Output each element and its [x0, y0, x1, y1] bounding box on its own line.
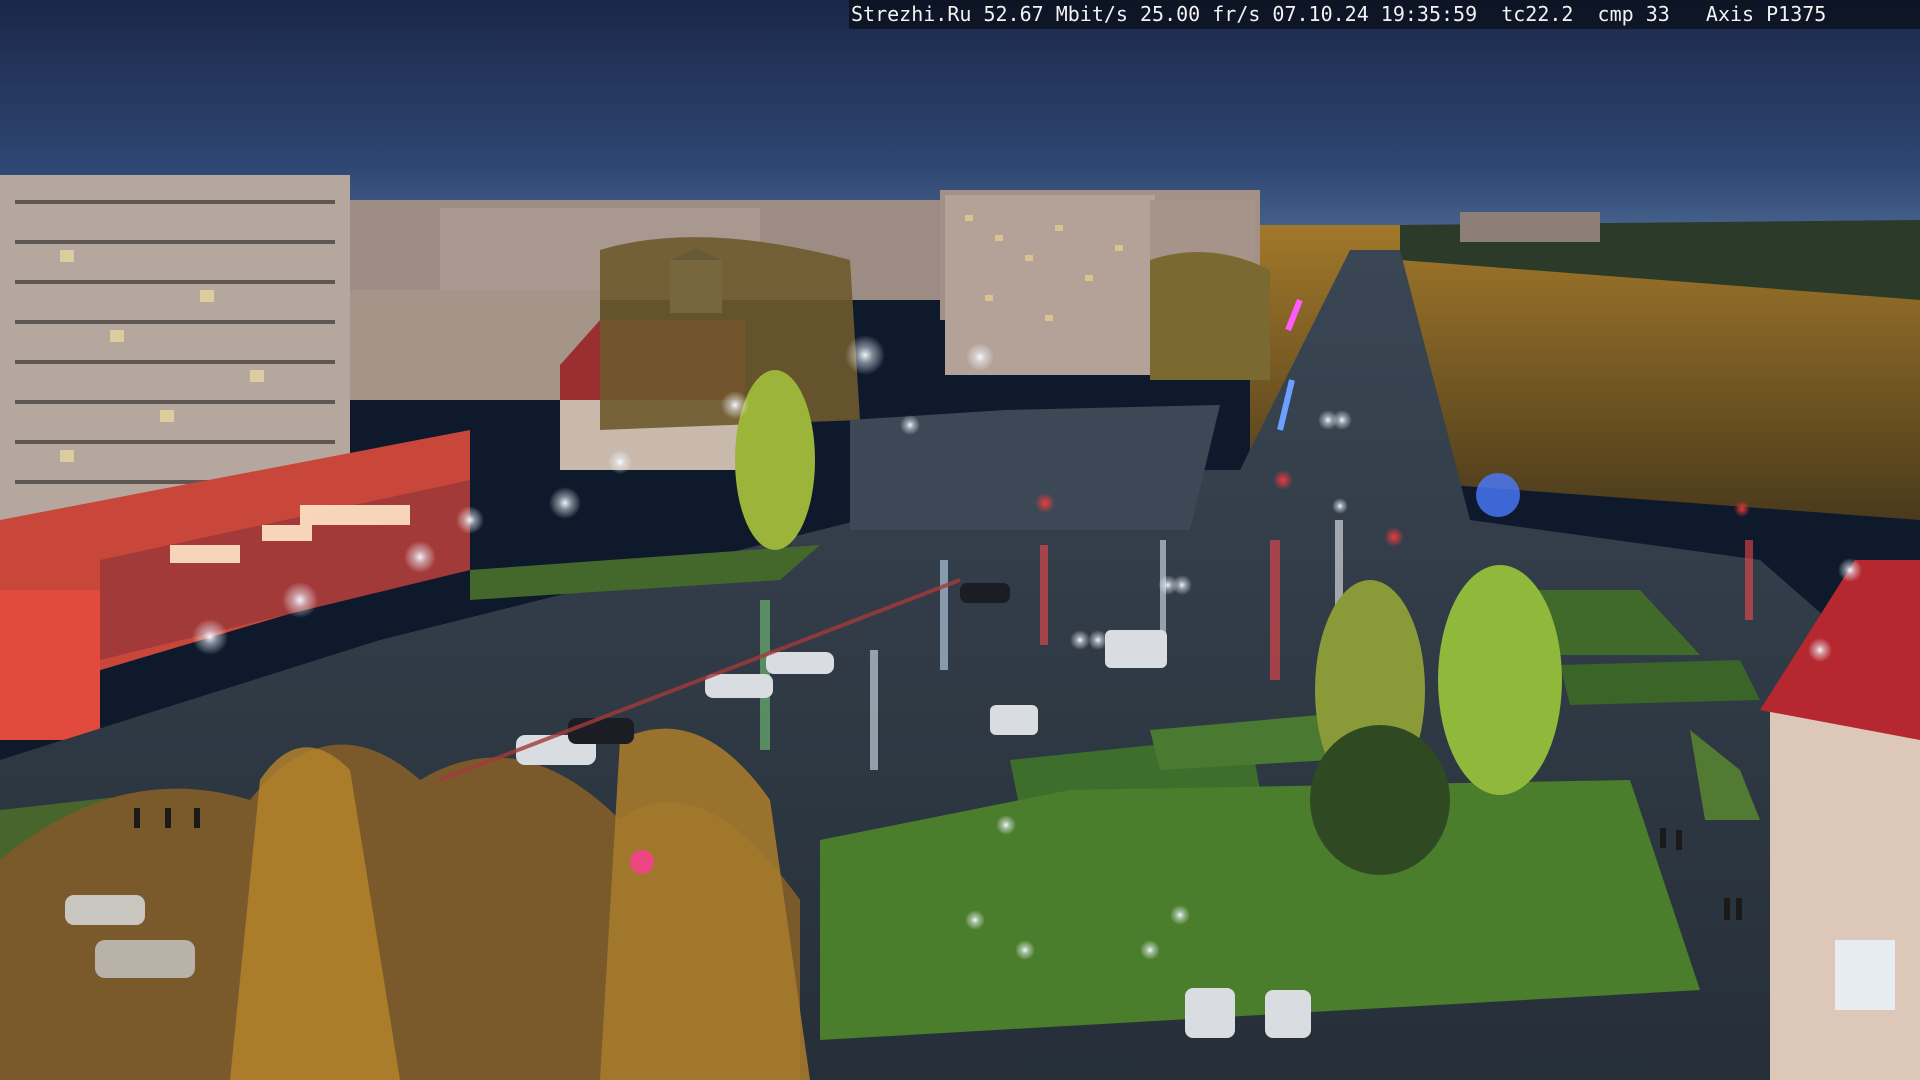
webcam-frame: Strezhi.Ru 52.67 Mbit/s 25.00 fr/s 07.10…: [0, 0, 1920, 1080]
green-tree: [1438, 565, 1562, 795]
city-square-scene: [0, 0, 1920, 1080]
camera-info-overlay: Strezhi.Ru 52.67 Mbit/s 25.00 fr/s 07.10…: [849, 0, 1920, 29]
